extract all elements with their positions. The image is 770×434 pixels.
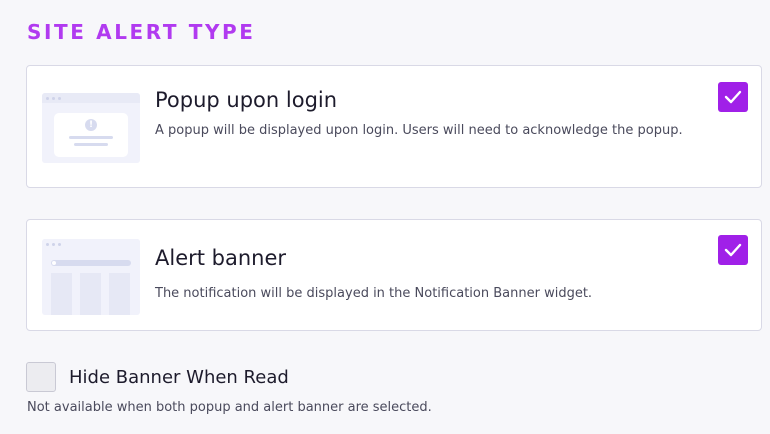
preview-dot (58, 243, 61, 246)
banner-preview-icon (42, 239, 140, 315)
preview-dot (46, 243, 49, 246)
preview-topbar (42, 93, 140, 103)
popup-checkbox[interactable] (718, 82, 748, 112)
option-card-banner[interactable]: Alert banner The notification will be di… (26, 219, 762, 331)
preview-banner (51, 260, 131, 266)
option-title: Alert banner (155, 246, 287, 270)
preview-column (51, 273, 72, 315)
preview-dot (58, 97, 61, 100)
preview-line (69, 136, 113, 139)
preview-modal: ! (54, 113, 128, 157)
banner-checkbox[interactable] (718, 235, 748, 265)
preview-dot (52, 97, 55, 100)
preview-topbar (42, 239, 140, 249)
popup-preview-icon: ! (42, 93, 140, 163)
preview-column (109, 273, 130, 315)
hide-banner-label[interactable]: Hide Banner When Read (69, 367, 289, 388)
option-description: A popup will be displayed upon login. Us… (155, 123, 683, 138)
section-title: SITE ALERT TYPE (27, 20, 256, 44)
checkmark-icon (724, 243, 742, 257)
alert-icon: ! (85, 119, 97, 131)
checkmark-icon (724, 90, 742, 104)
hide-banner-checkbox[interactable] (26, 362, 56, 392)
preview-dot (46, 97, 49, 100)
option-title: Popup upon login (155, 88, 338, 112)
hide-banner-hint: Not available when both popup and alert … (27, 400, 432, 415)
option-description: The notification will be displayed in th… (155, 286, 593, 301)
option-card-popup[interactable]: ! Popup upon login A popup will be displ… (26, 65, 762, 188)
preview-column (80, 273, 101, 315)
preview-dot (52, 243, 55, 246)
preview-banner-dot (52, 261, 56, 265)
preview-line (74, 143, 108, 146)
